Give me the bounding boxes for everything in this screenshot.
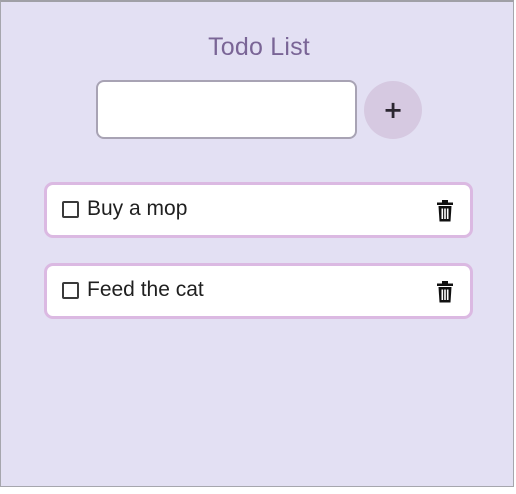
todo-item: Buy a mop (44, 182, 473, 238)
add-todo-button[interactable]: + (364, 81, 422, 139)
todo-item-text: Feed the cat (87, 278, 204, 301)
todo-item: Feed the cat (44, 263, 473, 319)
todo-input[interactable] (96, 80, 357, 139)
checkbox-icon[interactable] (62, 282, 79, 299)
checkbox-icon[interactable] (62, 201, 79, 218)
todo-item-text: Buy a mop (87, 197, 188, 220)
page-title: Todo List (208, 33, 310, 61)
todo-app: Todo List + Buy a mop Feed the cat (0, 0, 514, 487)
trash-icon[interactable] (436, 281, 454, 303)
trash-icon[interactable] (436, 200, 454, 222)
plus-icon: + (382, 96, 404, 124)
